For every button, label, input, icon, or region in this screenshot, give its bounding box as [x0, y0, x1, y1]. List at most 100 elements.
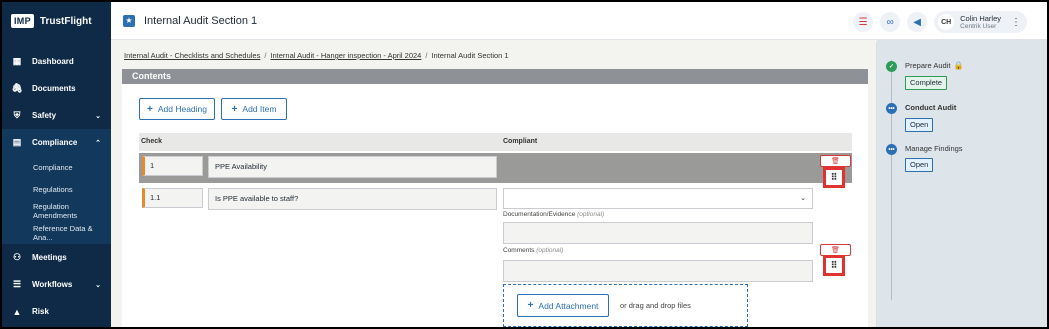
step-title-prepare: Prepare Audit 🔒	[905, 61, 963, 70]
check-icon: ✓	[886, 61, 897, 72]
optional-hint: (optional)	[536, 247, 564, 254]
sidebar: IMP TrustFlight ▦ Dashboard 🖇 Documents …	[2, 2, 111, 327]
sidebar-item-workflows[interactable]: ☰ Workflows ⌄	[2, 271, 111, 298]
documentation-label-text: Documentation/Evidence	[503, 211, 576, 218]
shield-icon: ⛨	[13, 110, 21, 120]
optional-hint: (optional)	[577, 211, 605, 218]
submenu-item-regulation-amendments[interactable]: Regulation Amendments	[2, 200, 111, 222]
sidebar-item-documents[interactable]: 🖇 Documents	[2, 75, 111, 102]
column-check: Check	[141, 138, 163, 145]
brand-logo: IMP	[11, 14, 34, 28]
documentation-textarea[interactable]	[503, 222, 813, 244]
chevron-up-icon: ⌃	[95, 139, 101, 147]
breadcrumb: Internal Audit - Checklists and Schedule…	[124, 51, 509, 60]
paperclip-icon: 🖇	[11, 83, 23, 93]
sidebar-item-safety[interactable]: ⛨ Safety ⌄	[2, 102, 111, 129]
step-title-conduct: Conduct Audit	[905, 103, 957, 112]
drag-handle-icon: ⠿	[830, 172, 838, 182]
brand-name: TrustFlight	[39, 15, 92, 27]
workflow-rail: ✓ Prepare Audit 🔒 Complete ••• Conduct Au…	[877, 40, 1047, 327]
submenu-item-reference-data[interactable]: Reference Data & Ana...	[2, 222, 111, 244]
link-icon[interactable]: ∞	[880, 12, 901, 32]
top-header: ★ Internal Audit Section 1 ☰ ∞ ◀ CH Coli…	[111, 2, 1047, 40]
megaphone-icon[interactable]: ◀	[907, 12, 928, 32]
document-icon: ▤	[12, 137, 22, 147]
chevron-down-icon: ⌄	[95, 281, 101, 289]
pending-icon: •••	[886, 144, 897, 155]
compliance-submenu: Compliance Regulations Regulation Amendm…	[2, 156, 111, 244]
breadcrumb-current: Internal Audit Section 1	[431, 51, 509, 60]
submenu-item-regulations[interactable]: Regulations	[2, 178, 111, 200]
status-badge-complete[interactable]: Complete	[905, 76, 948, 90]
heading-number-field[interactable]: 1	[142, 156, 203, 176]
breadcrumb-link-checklists[interactable]: Internal Audit - Checklists and Schedule…	[124, 51, 260, 60]
compliant-select[interactable]: ⌄	[503, 188, 813, 209]
stack-icon[interactable]: ☰	[853, 12, 874, 32]
lock-icon: 🔒	[953, 61, 964, 70]
item-number-field[interactable]: 1.1	[142, 188, 203, 208]
in-progress-icon: •••	[886, 103, 897, 114]
add-item-button[interactable]: + Add Item	[221, 98, 287, 120]
plus-icon: +	[147, 103, 153, 115]
user-name: Colin Harley	[960, 14, 1001, 23]
add-item-label: Add Item	[242, 104, 277, 114]
status-badge-open[interactable]: Open	[905, 158, 934, 172]
column-compliant: Compliant	[503, 138, 538, 145]
drag-handle-item[interactable]: ⠿	[823, 255, 845, 276]
chevron-down-icon: ⌄	[800, 195, 806, 202]
audit-icon: ★	[123, 14, 135, 27]
workflow-icon: ☰	[12, 279, 22, 289]
sidebar-item-label: Documents	[32, 84, 76, 93]
sidebar-item-risk[interactable]: ▲ Risk	[2, 298, 111, 325]
drag-handle-icon: ⠿	[830, 260, 838, 270]
sidebar-item-label: Risk	[32, 307, 49, 316]
sidebar-item-label: Workflows	[32, 280, 73, 289]
table-header: Check Compliant	[139, 133, 852, 151]
breadcrumb-separator: /	[425, 51, 428, 60]
page-title: Internal Audit Section 1	[144, 14, 258, 27]
comments-label-text: Comments	[503, 247, 535, 254]
brand[interactable]: IMP TrustFlight	[2, 2, 111, 40]
plus-icon: +	[527, 300, 534, 311]
trash-icon: 🗑	[831, 247, 840, 254]
sidebar-item-label: Dashboard	[32, 57, 74, 66]
timeline-line	[891, 60, 892, 300]
comments-label: Comments (optional)	[503, 247, 563, 254]
sidebar-item-label: Safety	[32, 111, 57, 120]
add-attachment-button[interactable]: + Add Attachment	[517, 294, 609, 317]
status-badge-open[interactable]: Open	[905, 118, 934, 132]
breadcrumb-link-hanger-inspection[interactable]: Internal Audit - Hanger inspection - Apr…	[270, 51, 421, 60]
plus-icon: +	[231, 103, 238, 115]
user-role: Centrik User	[960, 23, 997, 30]
step-title-text: Prepare Audit	[905, 61, 951, 70]
chevron-down-icon: ⌄	[95, 112, 101, 120]
item-question-field[interactable]: Is PPE available to staff?	[208, 188, 497, 210]
add-attachment-label: Add Attachment	[538, 300, 599, 311]
trash-icon: 🗑	[831, 158, 840, 165]
warning-icon: ▲	[12, 306, 22, 317]
app-frame: IMP TrustFlight ▦ Dashboard 🖇 Documents …	[2, 2, 1047, 327]
drop-text: or drag and drop files	[620, 301, 691, 310]
drag-handle-heading[interactable]: ⠿	[823, 167, 845, 188]
breadcrumb-separator: /	[264, 51, 267, 60]
step-title-manage-findings: Manage Findings	[905, 144, 963, 153]
header-actions: ☰ ∞ ◀ CH Colin Harley Centrik User ⋮	[853, 11, 1027, 33]
comments-textarea[interactable]	[503, 260, 813, 282]
contents-title: Contents	[122, 69, 868, 84]
sidebar-item-meetings[interactable]: ⚇ Meetings	[2, 244, 111, 271]
sidebar-item-label: Meetings	[32, 253, 67, 262]
add-heading-button[interactable]: + Add Heading	[139, 98, 215, 120]
user-menu[interactable]: CH Colin Harley Centrik User ⋮	[934, 11, 1027, 33]
documentation-label: Documentation/Evidence (optional)	[503, 211, 604, 218]
heading-row: 1 PPE Availability	[139, 153, 852, 183]
add-heading-label: Add Heading	[157, 104, 207, 114]
attachment-dropzone[interactable]: + Add Attachment or drag and drop files	[503, 284, 748, 327]
submenu-item-compliance[interactable]: Compliance	[2, 156, 111, 178]
delete-heading-button[interactable]: 🗑	[820, 155, 851, 167]
dashboard-icon: ▦	[12, 56, 22, 66]
heading-text-field[interactable]: PPE Availability	[208, 156, 497, 178]
sidebar-item-dashboard[interactable]: ▦ Dashboard	[2, 48, 111, 75]
contents-panel: Contents + Add Heading + Add Item Check …	[122, 69, 868, 327]
kebab-menu-icon[interactable]: ⋮	[1011, 17, 1021, 28]
sidebar-item-compliance[interactable]: ▤ Compliance ⌃	[2, 129, 111, 156]
